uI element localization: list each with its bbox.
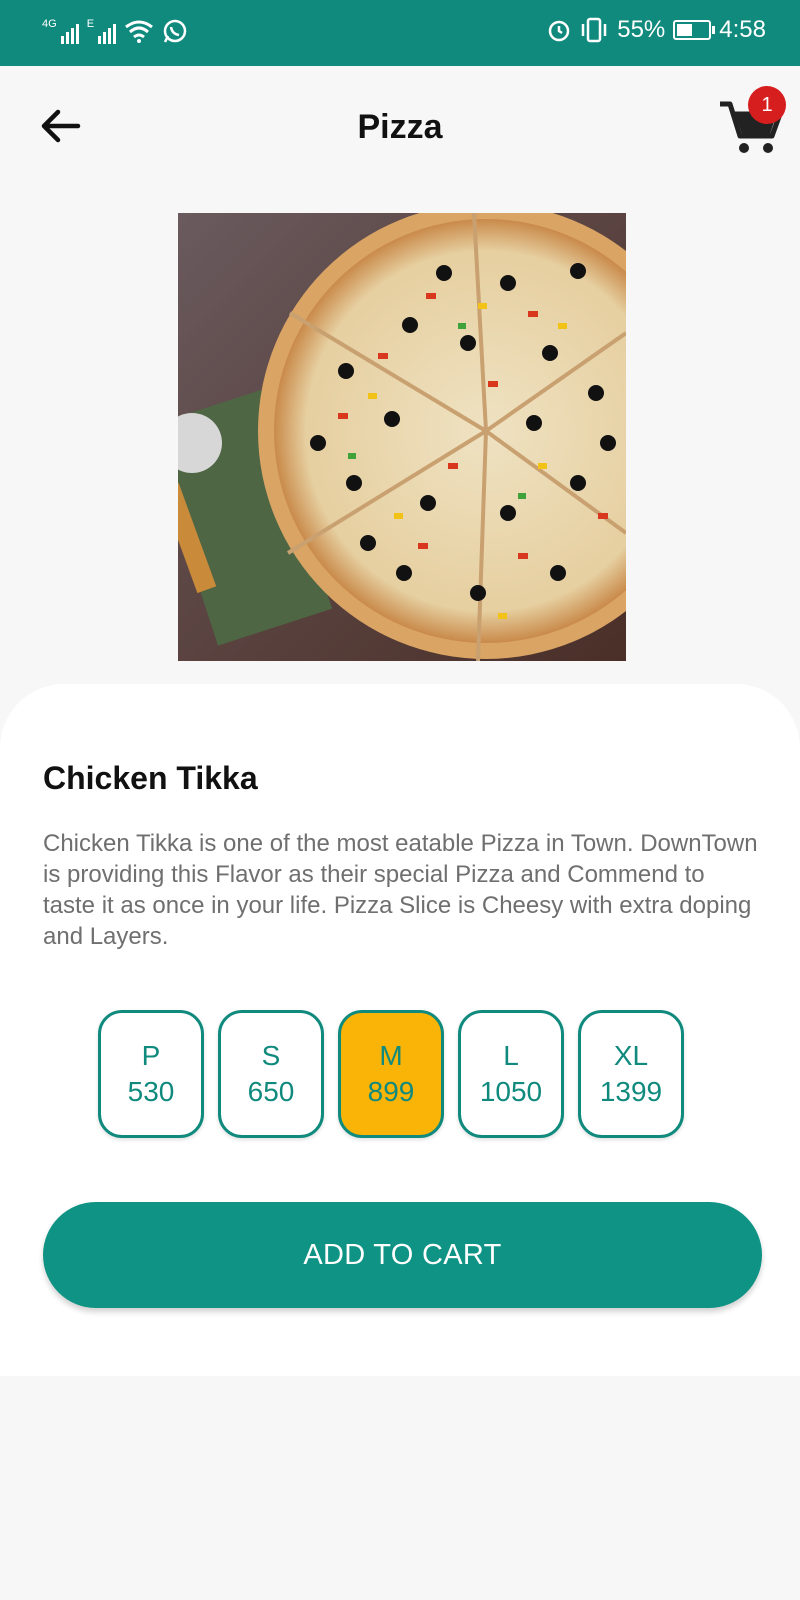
size-selector: P 530 S 650 M 899 L 1050 XL 1399: [98, 1010, 684, 1138]
signal-icon: 4G: [42, 18, 79, 44]
app-header: Pizza 1: [0, 66, 800, 196]
size-price: 1399: [599, 1076, 663, 1107]
vibrate-icon: [581, 17, 607, 43]
network-type-2: E: [86, 18, 95, 30]
status-bar-left: 4G E: [42, 18, 188, 44]
status-bar: 4G E 55% 4:58: [0, 0, 800, 66]
battery-icon: [673, 20, 716, 40]
clock: 4:58: [719, 16, 766, 43]
size-option-l[interactable]: L 1050: [458, 1010, 564, 1138]
size-label: XL: [613, 1040, 649, 1071]
signal-icon: E: [86, 18, 117, 44]
wifi-icon: [125, 20, 153, 43]
size-price: 650: [247, 1076, 295, 1107]
size-option-m[interactable]: M 899: [338, 1010, 444, 1138]
page-title: Pizza: [357, 108, 443, 146]
size-label: M: [379, 1040, 403, 1071]
size-option-p[interactable]: P 530: [98, 1010, 204, 1138]
add-to-cart-button[interactable]: ADD TO CART: [43, 1202, 762, 1308]
size-price: 530: [127, 1076, 175, 1107]
battery-percentage: 55%: [617, 16, 666, 43]
size-option-xl[interactable]: XL 1399: [578, 1010, 684, 1138]
size-label: L: [503, 1040, 519, 1071]
status-bar-right: 55% 4:58: [547, 16, 766, 44]
network-type-1: 4G: [42, 18, 57, 30]
alarm-icon: [548, 20, 570, 42]
product-description: Chicken Tikka is one of the most eatable…: [43, 830, 758, 950]
cart-count-badge: 1: [748, 86, 786, 124]
whatsapp-icon: [163, 19, 187, 43]
product-name: Chicken Tikka: [43, 760, 258, 796]
size-price: 899: [367, 1076, 415, 1107]
size-option-s[interactable]: S 650: [218, 1010, 324, 1138]
size-price: 1050: [479, 1076, 543, 1107]
size-label: P: [141, 1040, 161, 1071]
product-image: [178, 213, 626, 661]
size-label: S: [261, 1040, 281, 1071]
